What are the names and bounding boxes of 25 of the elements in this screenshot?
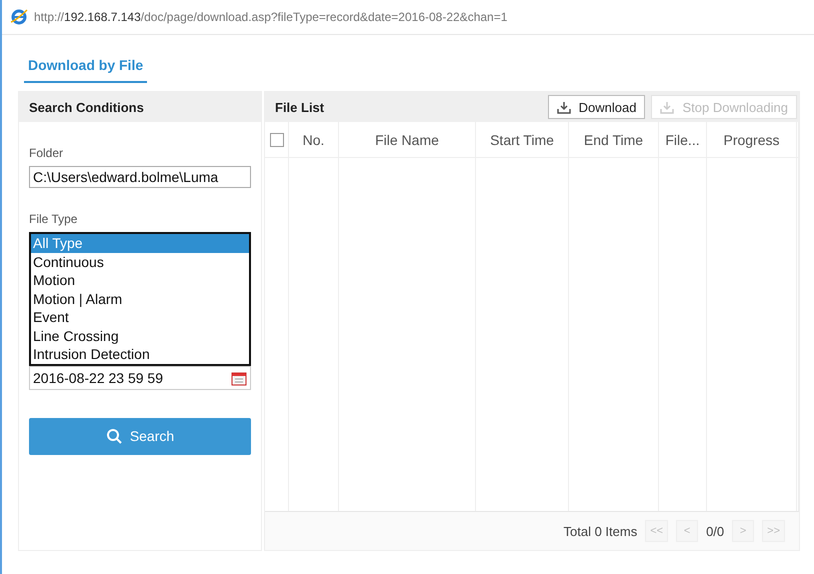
column-header: File... [659,122,707,158]
field-label: Folder [29,146,64,160]
calendar-icon[interactable] [231,370,247,386]
column-header: End Time [569,122,659,158]
list-option[interactable]: All Type [31,234,249,252]
page-indicator: 0/0 [706,524,724,538]
folder-field[interactable]: C:\Users\edward.bolme\Luma [29,166,251,188]
select-all-checkbox[interactable] [270,132,284,146]
download-button[interactable]: Download [548,95,646,119]
column-header: No. [289,122,339,158]
date-value: 2016-08-22 23 59 59 [33,370,163,386]
panel-title: File List [275,100,324,114]
address-url[interactable]: http://192.168.7.143/doc/page/download.asp?fileType=record&date=2016-08-22&chan=1 [34,10,508,24]
download-icon [660,100,674,114]
total-count: Total 0 Items [564,524,638,538]
browser-logo-icon [10,8,28,26]
tab[interactable]: Download by File [24,53,148,83]
end-time-field[interactable]: 2016-08-22 23 59 59 [29,366,251,390]
field-label: File Type [29,212,78,226]
column-header: Progress [707,122,797,158]
column-header: File Name [339,122,476,158]
download-icon [556,100,571,114]
column-header: Start Time [476,122,569,158]
panel-title: Search Conditions [29,100,144,114]
search-icon [106,428,122,444]
